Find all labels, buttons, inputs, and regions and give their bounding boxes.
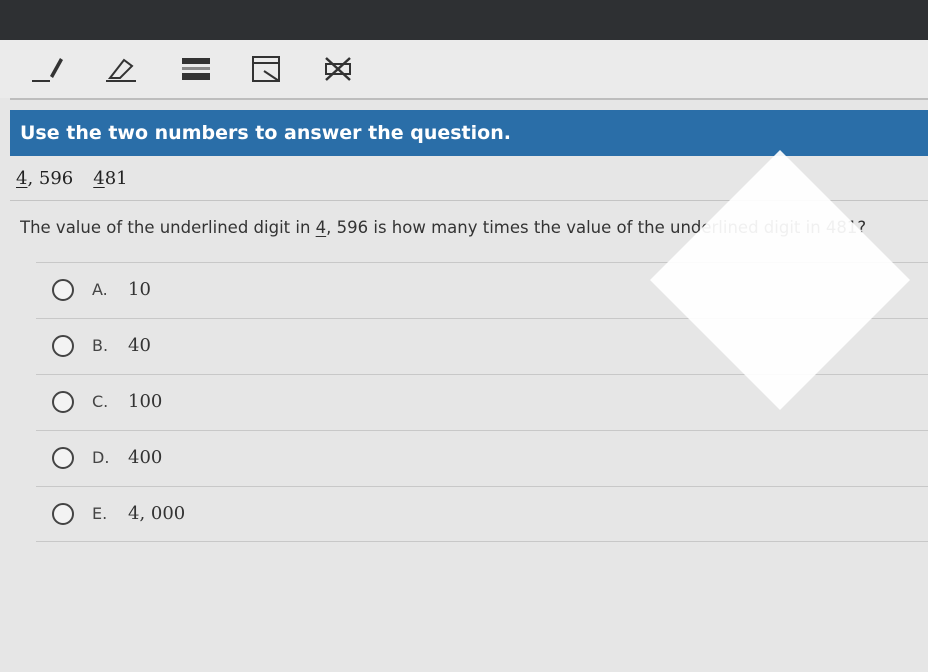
choice-value: 400 xyxy=(128,447,163,468)
choice-value: 100 xyxy=(128,391,163,412)
question-underlined-digit: 4 xyxy=(315,218,327,237)
radio-button[interactable] xyxy=(52,502,74,525)
underlined-digit: 4 xyxy=(93,168,105,189)
choice-letter: E. xyxy=(92,504,108,523)
choice-letter: C. xyxy=(92,392,109,411)
number-second: 481 xyxy=(93,168,128,189)
choice-letter: B. xyxy=(92,336,109,355)
line-reader-tool-button[interactable] xyxy=(176,52,216,86)
answer-eliminator-tool-button[interactable] xyxy=(318,52,358,86)
eraser-tool-button[interactable] xyxy=(100,52,140,86)
choice-letter: D. xyxy=(92,448,110,467)
masking-tool-button[interactable] xyxy=(246,52,286,86)
line-reader-icon xyxy=(182,58,210,80)
toolbar xyxy=(0,40,928,98)
pencil-icon xyxy=(32,58,63,82)
choice-value: 40 xyxy=(128,335,151,356)
answer-choice-d[interactable]: D. 400 xyxy=(36,430,928,484)
radio-button[interactable] xyxy=(52,334,74,357)
radio-button[interactable] xyxy=(52,278,74,301)
masking-icon xyxy=(252,56,280,82)
radio-button[interactable] xyxy=(52,446,74,469)
answer-eliminator-icon xyxy=(325,57,351,81)
choices-bottom-border xyxy=(36,541,928,542)
eraser-icon xyxy=(106,58,136,82)
choice-value: 10 xyxy=(128,279,151,300)
choice-value: 4, 000 xyxy=(128,503,186,524)
answer-choice-e[interactable]: E. 4, 000 xyxy=(36,486,928,540)
top-bar xyxy=(0,0,928,40)
banner-text: Use the two numbers to answer the questi… xyxy=(20,122,511,144)
underlined-digit: 4 xyxy=(16,168,28,189)
toolbar-divider xyxy=(10,98,928,100)
pencil-tool-button[interactable] xyxy=(28,52,68,86)
question-banner: Use the two numbers to answer the questi… xyxy=(10,110,928,156)
given-numbers: 4, 596 481 xyxy=(16,168,128,189)
number-first: 4, 596 xyxy=(16,168,74,189)
choice-letter: A. xyxy=(92,280,108,299)
radio-button[interactable] xyxy=(52,390,74,413)
